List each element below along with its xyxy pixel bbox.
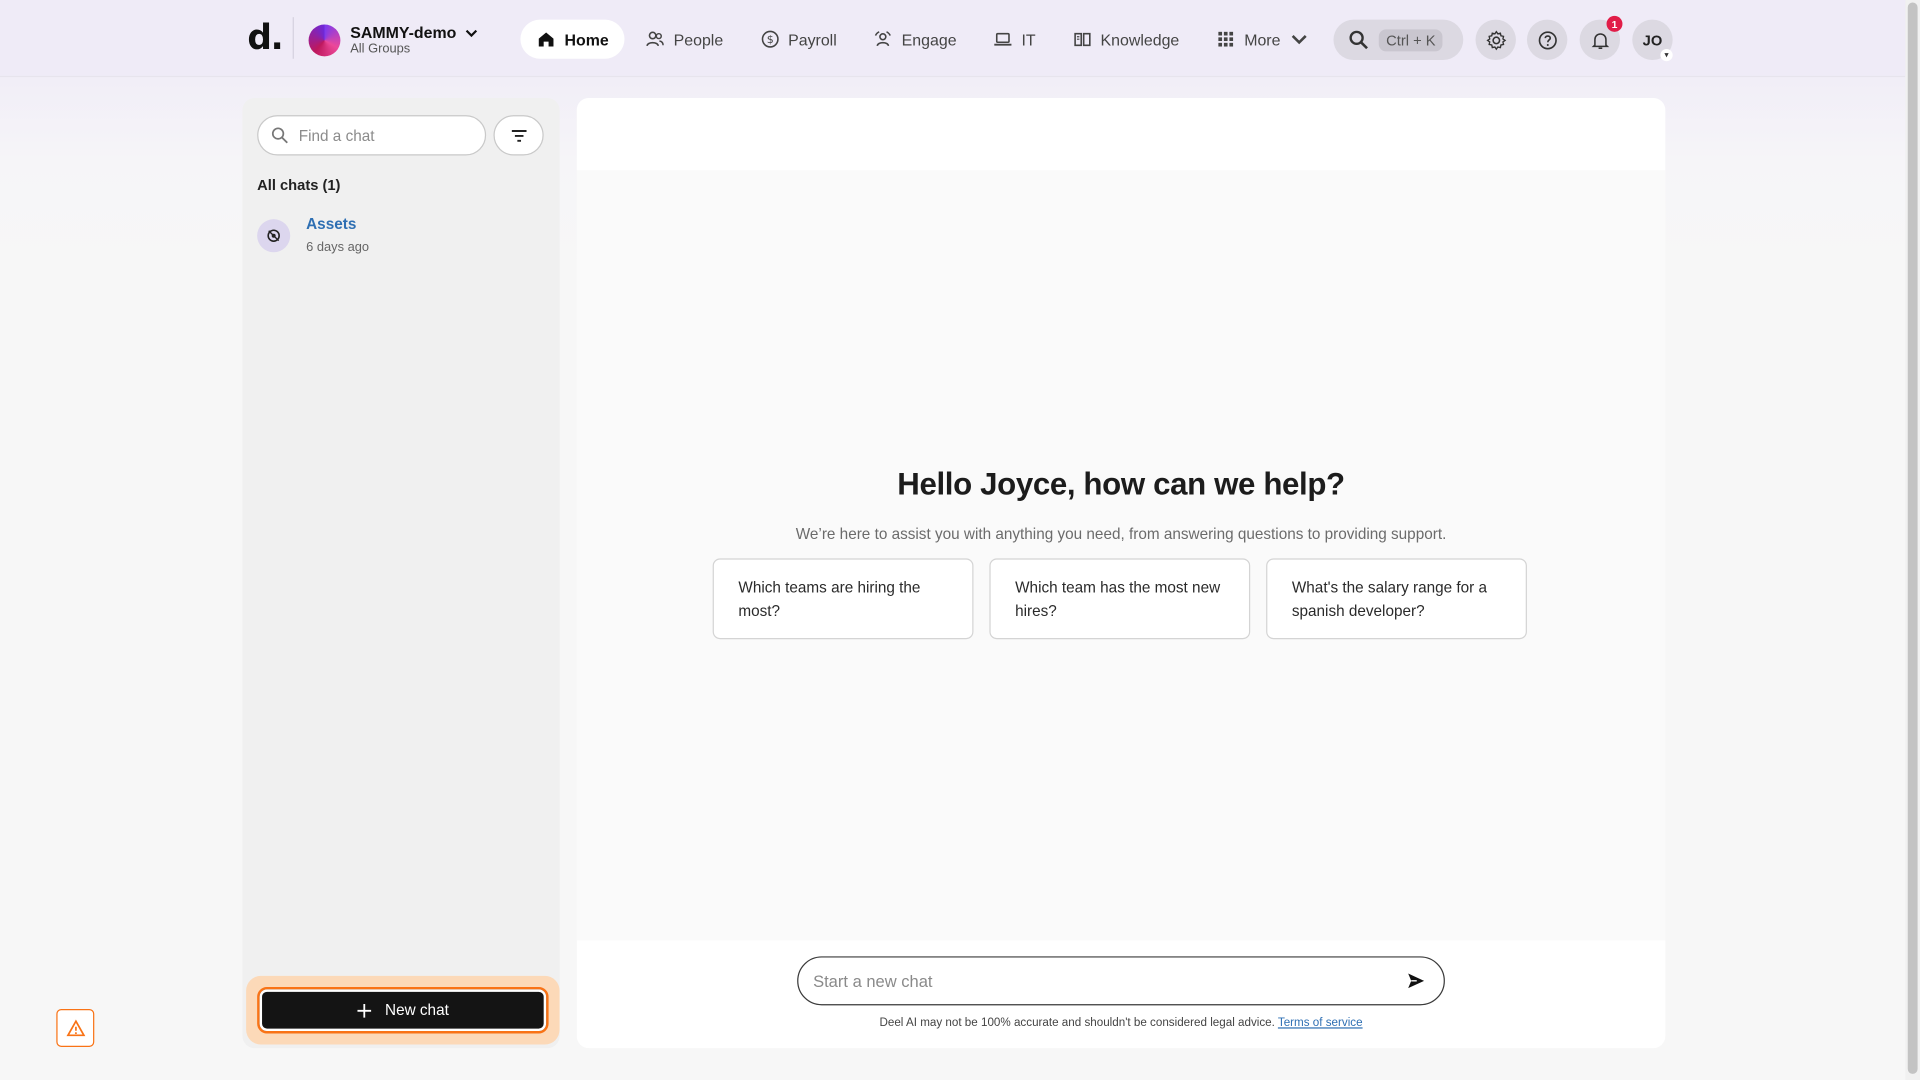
chevron-down-icon [465,29,477,38]
bell-icon [1591,32,1609,49]
payroll-icon: $ [761,30,779,48]
main-nav: Home People $ Payroll Engage IT Knowledg… [520,19,1324,59]
all-chats-heading: All chats (1) [257,176,341,194]
filter-chats-button[interactable] [493,115,544,156]
app-root: d. SAMMY-demo All Groups Home People $ P… [0,0,1920,1080]
search-icon [271,127,288,144]
org-avatar [308,24,341,57]
svg-text:$: $ [766,33,773,46]
suggestion-list: Which teams are hiring the most? Which t… [712,558,1527,640]
main-header [576,97,1666,171]
org-group-label: All Groups [350,42,411,57]
org-name: SAMMY-demo [350,22,457,42]
search-icon [1349,30,1368,50]
help-button[interactable] [1526,19,1568,61]
user-initials: JO [1642,31,1663,49]
nav-home[interactable]: Home [520,19,625,59]
gear-icon [1485,29,1506,50]
people-icon [646,31,664,47]
chat-composer[interactable] [797,956,1445,1006]
send-button[interactable] [1402,967,1429,994]
chat-main-panel: Hello Joyce, how can we help? We’re here… [576,97,1666,1049]
new-chat-focus-ring: New chat [246,975,560,1045]
engage-icon [875,31,892,47]
ai-disclaimer: Deel AI may not be 100% accurate and sho… [577,1016,1666,1029]
top-bar: d. SAMMY-demo All Groups Home People $ P… [0,0,1906,76]
grid-icon [1218,31,1234,47]
scrollbar-thumb[interactable] [1907,2,1918,1074]
asset-scan-icon [267,229,280,242]
suggestion-card[interactable]: What's the salary range for a spanish de… [1266,558,1527,640]
chat-item-title: Assets [306,215,357,233]
nav-it-label: IT [1021,30,1036,49]
nav-more[interactable]: More [1200,20,1324,59]
nav-home-label: Home [564,30,609,49]
greeting-subtitle: We’re here to assist you with anything y… [795,525,1447,543]
nav-more-label: More [1244,30,1281,49]
help-icon [1538,30,1557,49]
deel-logo[interactable]: d. [247,17,283,57]
laptop-icon [994,32,1012,46]
home-icon [538,32,554,47]
chat-message-input[interactable] [813,971,1403,991]
suggestion-card[interactable]: Which team has the most new hires? [989,558,1251,640]
plus-icon [358,1003,372,1018]
suggestion-card[interactable]: Which teams are hiring the most? [712,558,974,640]
nav-knowledge-label: Knowledge [1100,30,1180,49]
nav-it[interactable]: IT [977,20,1051,59]
greeting-title: Hello Joyce, how can we help? [897,467,1345,503]
book-icon [1074,32,1091,47]
terms-of-service-link[interactable]: Terms of service [1278,1016,1363,1029]
user-avatar-button[interactable]: JO ▾ [1632,19,1673,62]
nav-people[interactable]: People [630,20,740,59]
disclaimer-text: Deel AI may not be 100% accurate and sho… [879,1016,1275,1030]
notifications-button[interactable]: 1 [1579,15,1623,61]
warning-icon [65,1018,85,1036]
chat-item-icon [257,219,291,253]
nav-payroll-label: Payroll [788,30,837,49]
find-chat-input[interactable] [298,126,471,144]
find-chat-field[interactable] [257,115,487,156]
warning-button[interactable] [56,1008,95,1047]
logo-divider [292,17,294,59]
chevron-down-icon [1291,34,1307,45]
org-switcher[interactable]: SAMMY-demo All Groups [308,21,479,60]
settings-button[interactable] [1475,19,1516,61]
nav-engage-label: Engage [901,30,957,49]
search-shortcut-hint: Ctrl + K [1378,28,1443,51]
chevron-down-icon: ▾ [1660,48,1673,62]
new-chat-label: New chat [385,1001,449,1019]
nav-engage[interactable]: Engage [858,20,973,59]
notification-count-badge: 1 [1606,15,1623,32]
chat-sidebar: All chats (1) Assets 6 days ago New chat [242,97,560,1049]
page-scrollbar[interactable] [1905,0,1920,1080]
chat-item-timestamp: 6 days ago [306,240,370,255]
new-chat-button[interactable]: New chat [257,986,549,1034]
send-icon [1408,973,1425,989]
nav-knowledge[interactable]: Knowledge [1056,20,1195,59]
filter-icon [511,129,526,142]
chat-list-item[interactable]: Assets 6 days ago [257,216,369,255]
global-search-button[interactable]: Ctrl + K [1333,19,1464,61]
nav-payroll[interactable]: $ Payroll [744,20,853,59]
org-name-row: SAMMY-demo [350,22,478,42]
nav-people-label: People [673,30,724,49]
